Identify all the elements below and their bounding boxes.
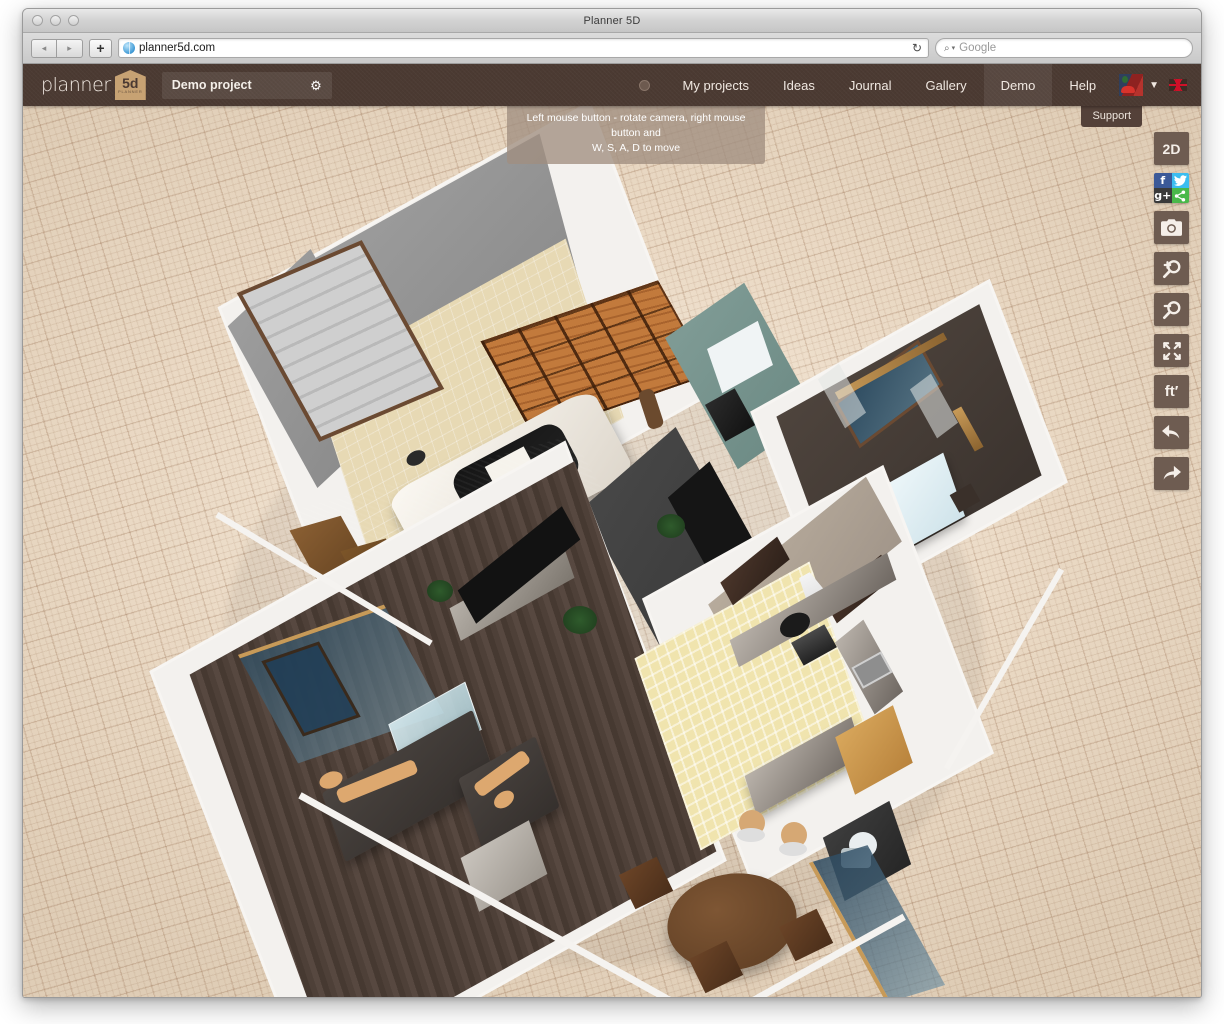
facebook-icon[interactable]: f xyxy=(1154,173,1172,188)
nav-item-gallery[interactable]: Gallery xyxy=(908,64,983,106)
project-name-field[interactable]: Demo project ⚙ xyxy=(162,72,332,99)
support-tab[interactable]: Support xyxy=(1081,106,1142,127)
search-placeholder: Google xyxy=(959,42,996,54)
nav-status-indicator[interactable] xyxy=(623,80,666,91)
uk-flag-icon[interactable] xyxy=(1169,79,1187,91)
address-bar[interactable]: planner5d.com ↻ xyxy=(118,38,929,58)
url-text: planner5d.com xyxy=(139,42,908,54)
social-share-buttons[interactable]: f g+ xyxy=(1154,173,1189,203)
house-model[interactable] xyxy=(23,106,1201,997)
floorplan-3d-canvas[interactable] xyxy=(23,106,1201,997)
navigation-buttons: ◂ ▸ xyxy=(31,39,83,58)
nav-item-demo[interactable]: Demo xyxy=(984,64,1053,106)
search-engine-chevron-icon[interactable]: ▾ xyxy=(952,44,956,52)
minimize-window-button[interactable] xyxy=(50,15,61,26)
nav-item-help[interactable]: Help xyxy=(1052,64,1113,106)
logo-badge-text: 5d xyxy=(122,76,138,90)
browser-toolbar: ◂ ▸ + planner5d.com ↻ ⌕ ▾ Google xyxy=(23,33,1201,64)
window-title: Planner 5D xyxy=(23,15,1201,27)
share-icon[interactable] xyxy=(1172,188,1190,203)
google-plus-icon[interactable]: g+ xyxy=(1154,188,1172,203)
logo-house-badge: 5d PLANNER xyxy=(115,70,146,100)
undo-button[interactable] xyxy=(1154,416,1189,449)
planner5d-logo[interactable]: planner 5d PLANNER xyxy=(41,70,146,100)
back-button[interactable]: ◂ xyxy=(31,39,57,58)
camera-controls-tooltip: Left mouse button - rotate camera, right… xyxy=(507,106,765,164)
zoom-in-button[interactable] xyxy=(1154,252,1189,285)
maximize-window-button[interactable] xyxy=(68,15,79,26)
app-header: planner 5d PLANNER Demo project ⚙ My pro… xyxy=(23,64,1201,106)
page-content: planner 5d PLANNER Demo project ⚙ My pro… xyxy=(23,64,1201,997)
globe-icon xyxy=(123,42,135,54)
fullscreen-button[interactable] xyxy=(1154,334,1189,367)
right-toolbar: 2D f g+ xyxy=(1154,132,1189,490)
screenshot-camera-button[interactable] xyxy=(1154,211,1189,244)
chevron-down-icon[interactable]: ▼ xyxy=(1149,80,1159,91)
window-controls[interactable] xyxy=(32,15,79,26)
redo-button[interactable] xyxy=(1154,457,1189,490)
nav-item-ideas[interactable]: Ideas xyxy=(766,64,832,106)
toggle-2d-view-button[interactable]: 2D xyxy=(1154,132,1189,165)
forward-button[interactable]: ▸ xyxy=(57,39,83,58)
units-toggle-button[interactable]: ft′ xyxy=(1154,375,1189,408)
tooltip-line-2: W, S, A, D to move xyxy=(513,141,759,156)
nav-item-my-projects[interactable]: My projects xyxy=(666,64,766,106)
reload-icon[interactable]: ↻ xyxy=(912,41,924,55)
project-name-text: Demo project xyxy=(172,78,252,92)
browser-window: Planner 5D ◂ ▸ + planner5d.com ↻ ⌕ ▾ Goo… xyxy=(22,8,1202,998)
nav-item-journal[interactable]: Journal xyxy=(832,64,909,106)
user-account-menu[interactable]: ▼ xyxy=(1113,74,1169,96)
window-titlebar: Planner 5D xyxy=(23,9,1201,33)
search-icon: ⌕ xyxy=(944,43,950,54)
tooltip-line-1: Left mouse button - rotate camera, right… xyxy=(513,111,759,141)
avatar[interactable] xyxy=(1119,74,1143,96)
gear-icon[interactable]: ⚙ xyxy=(310,79,322,92)
twitter-icon[interactable] xyxy=(1172,173,1190,188)
circle-icon xyxy=(639,80,650,91)
logo-badge-subtext: PLANNER xyxy=(118,90,143,94)
main-navigation: My projects Ideas Journal Gallery Demo H… xyxy=(623,64,1201,106)
new-tab-button[interactable]: + xyxy=(89,39,112,58)
logo-text: planner xyxy=(41,74,111,96)
zoom-out-button[interactable] xyxy=(1154,293,1189,326)
search-input[interactable]: ⌕ ▾ Google xyxy=(935,38,1193,58)
close-window-button[interactable] xyxy=(32,15,43,26)
